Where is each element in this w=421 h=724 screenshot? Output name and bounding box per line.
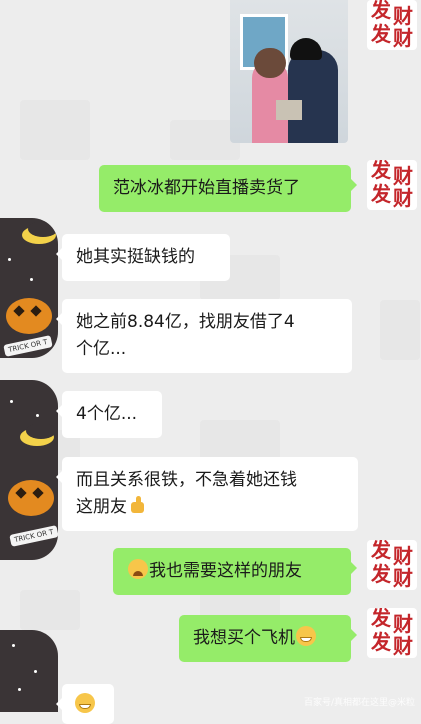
avatar-contact[interactable] bbox=[0, 630, 58, 712]
avatar-char: 财 bbox=[393, 612, 413, 636]
trick-or-treat-tag: TRICK OR T bbox=[9, 525, 58, 547]
photo-person-left-hair bbox=[254, 48, 286, 78]
avatar-char: 发 bbox=[371, 608, 391, 630]
message-text: 个亿... bbox=[76, 339, 127, 359]
watermark: 百家号/真相都在这里@米粒 bbox=[303, 698, 415, 708]
photo-product-box bbox=[276, 100, 302, 120]
moon-icon bbox=[20, 423, 56, 446]
star-dot bbox=[18, 688, 21, 691]
message-bubble-received[interactable]: 4个亿... bbox=[56, 391, 162, 438]
message-text: 我也需要这样的朋友 bbox=[149, 561, 302, 581]
photo-person-right-hat bbox=[290, 38, 322, 60]
message-bubble-sent[interactable]: 范冰冰都开始直播卖货了 bbox=[99, 165, 357, 212]
avatar-char: 财 bbox=[393, 4, 413, 28]
star-dot bbox=[34, 670, 37, 673]
moon-icon bbox=[22, 221, 58, 244]
pumpkin-icon bbox=[8, 480, 54, 516]
avatar-self[interactable]: 发 财 发 财 bbox=[367, 0, 417, 50]
avatar-contact[interactable]: TRICK OR T bbox=[0, 218, 58, 358]
message-text: 她之前8.84亿，找朋友借了4 bbox=[76, 312, 295, 332]
avatar-char: 发 bbox=[371, 540, 391, 562]
avatar-self[interactable]: 发 财 发 财 bbox=[367, 540, 417, 590]
crying-laughing-emoji-icon bbox=[128, 559, 148, 579]
message-text: 4个亿... bbox=[76, 404, 138, 424]
pumpkin-icon bbox=[6, 298, 52, 334]
blurred-area bbox=[20, 590, 80, 630]
avatar-char: 财 bbox=[393, 634, 413, 658]
photo-person-right bbox=[288, 50, 338, 143]
grin-emoji-icon bbox=[75, 693, 95, 713]
star-dot bbox=[12, 644, 15, 647]
avatar-char: 发 bbox=[371, 160, 391, 182]
star-dot bbox=[10, 400, 13, 403]
avatar-char: 发 bbox=[371, 562, 391, 586]
blurred-area bbox=[380, 300, 420, 360]
avatar-self[interactable]: 发 财 发 财 bbox=[367, 160, 417, 210]
star-dot bbox=[8, 258, 11, 261]
thumbs-up-icon bbox=[127, 496, 145, 514]
blurred-area bbox=[20, 100, 90, 160]
avatar-char: 财 bbox=[393, 544, 413, 568]
photo-message[interactable] bbox=[230, 0, 348, 143]
avatar-char: 发 bbox=[371, 0, 391, 22]
message-bubble-received[interactable] bbox=[56, 684, 114, 724]
message-bubble-sent[interactable]: 我也需要这样的朋友 bbox=[113, 548, 357, 595]
grin-emoji-icon bbox=[296, 626, 316, 646]
message-bubble-sent[interactable]: 我想买个飞机 bbox=[179, 615, 357, 662]
avatar-char: 财 bbox=[393, 26, 413, 50]
message-text: 而且关系很铁，不急着她还钱 bbox=[76, 470, 297, 490]
avatar-char: 发 bbox=[371, 182, 391, 206]
avatar-contact[interactable]: TRICK OR T bbox=[0, 380, 58, 560]
avatar-char: 发 bbox=[371, 22, 391, 46]
star-dot bbox=[30, 278, 33, 281]
avatar-char: 财 bbox=[393, 186, 413, 210]
message-text: 她其实挺缺钱的 bbox=[76, 247, 195, 267]
message-text: 这朋友 bbox=[76, 497, 127, 517]
message-bubble-received[interactable]: 她之前8.84亿，找朋友借了4 个亿... bbox=[56, 299, 352, 373]
message-bubble-received[interactable]: 她其实挺缺钱的 bbox=[56, 234, 230, 281]
message-bubble-received[interactable]: 而且关系很铁，不急着她还钱 这朋友 bbox=[56, 457, 358, 531]
avatar-self[interactable]: 发 财 发 财 bbox=[367, 608, 417, 658]
message-text: 我想买个飞机 bbox=[193, 628, 295, 648]
star-dot bbox=[36, 414, 39, 417]
avatar-char: 发 bbox=[371, 630, 391, 654]
trick-or-treat-tag: TRICK OR T bbox=[3, 335, 53, 357]
avatar-char: 财 bbox=[393, 164, 413, 188]
message-text: 范冰冰都开始直播卖货了 bbox=[113, 178, 300, 198]
avatar-char: 财 bbox=[393, 566, 413, 590]
